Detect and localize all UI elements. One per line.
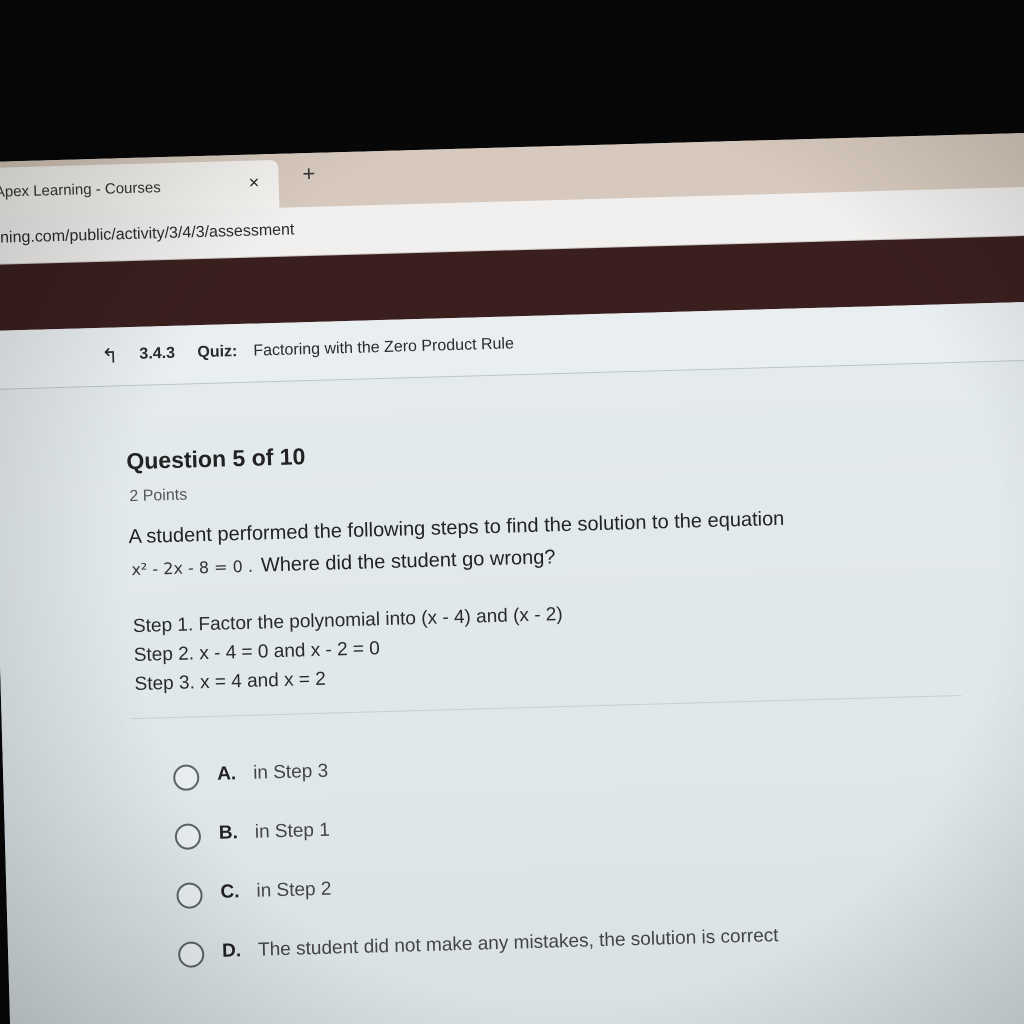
radio-button[interactable]	[174, 823, 202, 850]
url-text[interactable]: ning.com/public/activity/3/4/3/assessmen…	[0, 221, 295, 247]
option-text[interactable]: in Step 1	[255, 820, 331, 844]
radio-button[interactable]	[172, 764, 200, 792]
quiz-kind-label: Quiz:	[197, 343, 238, 362]
option-letter: A.	[216, 763, 237, 785]
photo-scene: Apex Learning - Courses × + ning.com/pub…	[0, 0, 1024, 1024]
question-panel: Question 5 of 10 2 Points A student perf…	[0, 360, 1024, 1024]
option-d[interactable]: D. The student did not make any mistakes…	[177, 925, 779, 972]
option-letter: B.	[218, 822, 239, 844]
option-text[interactable]: The student did not make any mistakes, t…	[258, 925, 779, 962]
question-ask: Where did the student go wrong?	[260, 546, 556, 577]
question-prompt-line2: x² - 2x - 8 = 0 . Where did the student g…	[131, 546, 556, 581]
option-letter: D.	[221, 940, 242, 962]
option-c[interactable]: C. in Step 2	[176, 879, 332, 913]
browser-window: Apex Learning - Courses × + ning.com/pub…	[0, 132, 1024, 1024]
steps-list: Step 1. Factor the polynomial into (x - …	[133, 600, 565, 699]
option-a[interactable]: A. in Step 3	[172, 761, 328, 795]
equation: x² - 2x - 8 = 0 .	[131, 556, 254, 580]
divider	[131, 694, 962, 720]
close-tab-icon[interactable]: ×	[248, 172, 259, 193]
tab-title: Apex Learning - Courses	[0, 179, 161, 201]
browser-tab[interactable]: Apex Learning - Courses ×	[0, 159, 280, 216]
option-text[interactable]: in Step 3	[253, 761, 329, 785]
quiz-number: 3.4.3	[139, 344, 176, 363]
back-arrow-icon[interactable]: ↰	[101, 343, 118, 368]
question-points: 2 Points	[129, 486, 188, 506]
option-b[interactable]: B. in Step 1	[174, 820, 330, 854]
option-letter: C.	[220, 881, 240, 903]
radio-button[interactable]	[177, 941, 205, 968]
quiz-title: Factoring with the Zero Product Rule	[253, 335, 515, 360]
question-prompt: A student performed the following steps …	[128, 507, 785, 549]
question-heading: Question 5 of 10	[126, 443, 306, 475]
new-tab-icon[interactable]: +	[302, 161, 316, 187]
option-text[interactable]: in Step 2	[256, 879, 332, 903]
radio-button[interactable]	[176, 882, 203, 909]
